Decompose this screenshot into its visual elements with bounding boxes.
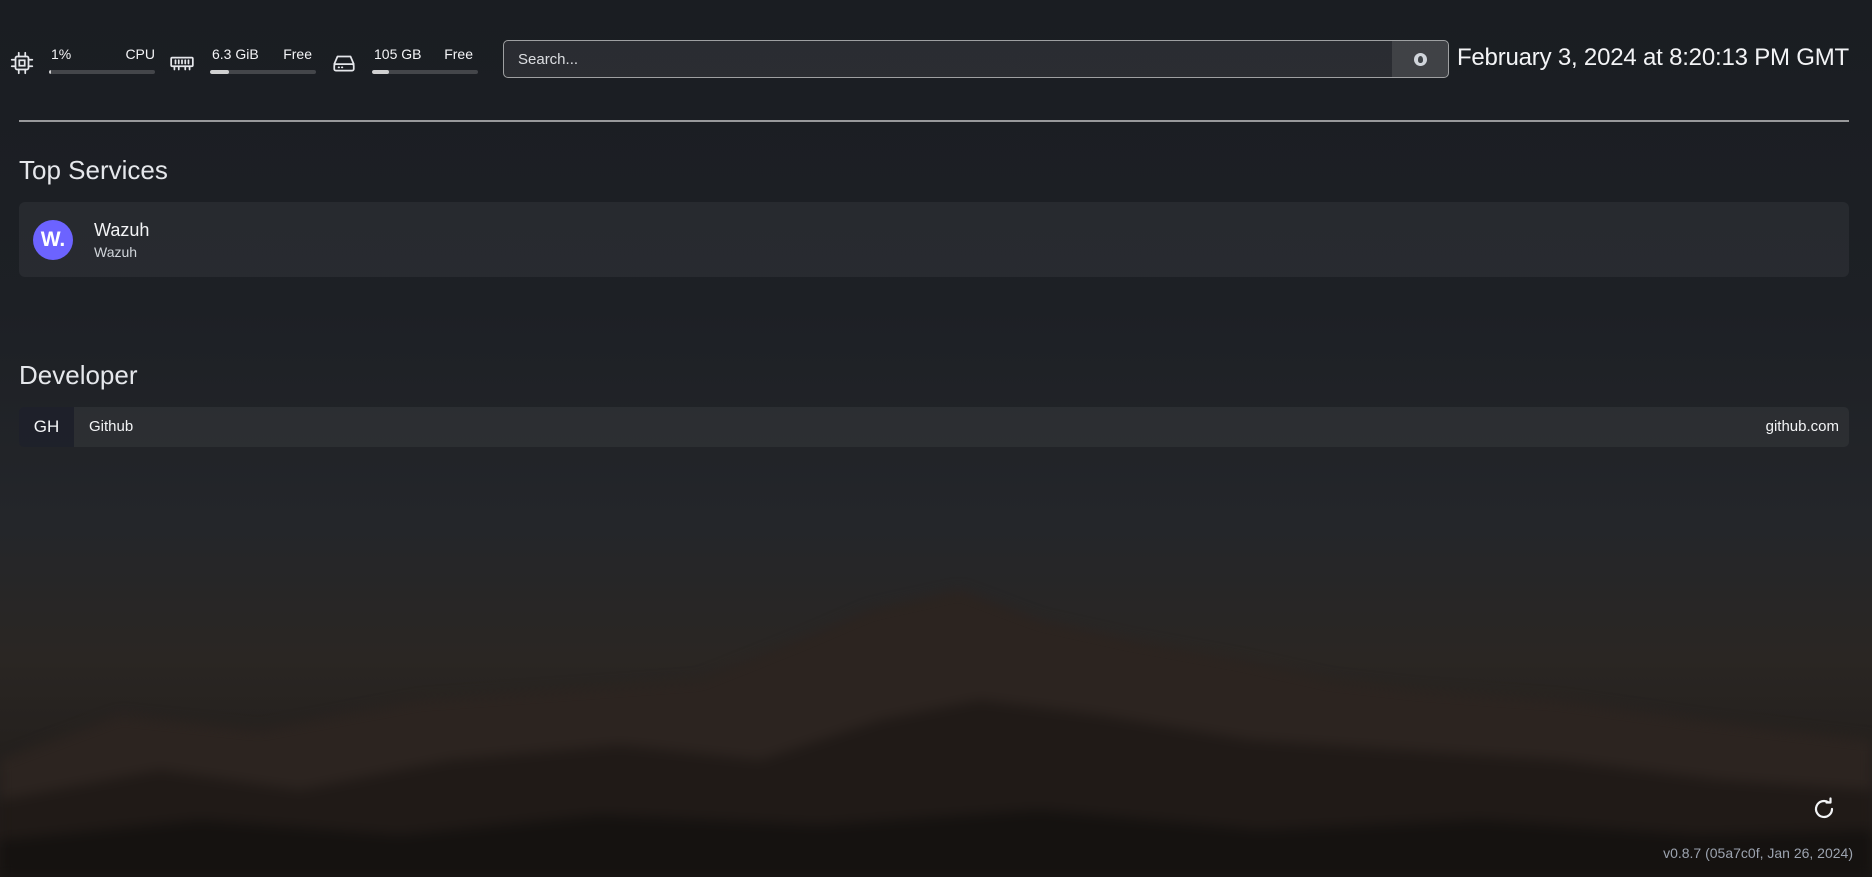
bookmark-name: Github bbox=[89, 418, 134, 435]
cpu-usage-value: 1% bbox=[51, 46, 72, 62]
memory-usage-fill bbox=[210, 70, 230, 74]
service-avatar: W. bbox=[33, 220, 73, 260]
disk-widget: 105 GB Free bbox=[331, 46, 478, 78]
disk-usage-fill bbox=[372, 70, 389, 74]
version-info: v0.8.7 (05a7c0f, Jan 26, 2024) bbox=[1663, 845, 1853, 861]
top-widgets-bar: 1% CPU 6.3 GiB Free 105 GB Free Search..… bbox=[0, 40, 1872, 82]
cpu-usage-fill bbox=[49, 70, 52, 74]
service-name: Wazuh bbox=[94, 220, 150, 240]
memory-widget: 6.3 GiB Free bbox=[169, 46, 316, 78]
refresh-button[interactable] bbox=[1812, 797, 1836, 821]
duckduckgo-icon bbox=[1413, 52, 1427, 66]
memory-usage-bar bbox=[210, 70, 316, 74]
refresh-icon bbox=[1814, 797, 1834, 819]
search-engine-button[interactable] bbox=[1392, 41, 1448, 77]
cpu-label: CPU bbox=[125, 46, 155, 62]
header-divider bbox=[19, 120, 1849, 122]
search-bar bbox=[503, 40, 1449, 78]
memory-free-value: 6.3 GiB bbox=[212, 46, 259, 62]
developer-title: Developer bbox=[19, 360, 138, 390]
disk-free-value: 105 GB bbox=[374, 46, 422, 62]
top-services-title: Top Services bbox=[19, 155, 168, 185]
disk-icon bbox=[331, 50, 357, 76]
datetime-display: February 3, 2024 at 8:20:13 PM GMT bbox=[1456, 44, 1849, 71]
cpu-widget: 1% CPU bbox=[9, 46, 155, 78]
disk-usage-bar bbox=[372, 70, 478, 74]
cpu-usage-bar bbox=[49, 70, 155, 74]
search-input[interactable] bbox=[504, 41, 1392, 77]
disk-label: Free bbox=[444, 46, 473, 62]
service-description: Wazuh bbox=[94, 244, 138, 260]
service-card-wazuh[interactable]: W. Wazuh Wazuh bbox=[19, 202, 1849, 277]
memory-icon bbox=[169, 50, 195, 76]
bookmark-github[interactable]: GH Github github.com bbox=[19, 407, 1849, 447]
cpu-icon bbox=[9, 50, 35, 76]
bookmark-url: github.com bbox=[1765, 418, 1839, 435]
memory-label: Free bbox=[283, 46, 312, 62]
bookmark-abbreviation: GH bbox=[19, 407, 74, 447]
